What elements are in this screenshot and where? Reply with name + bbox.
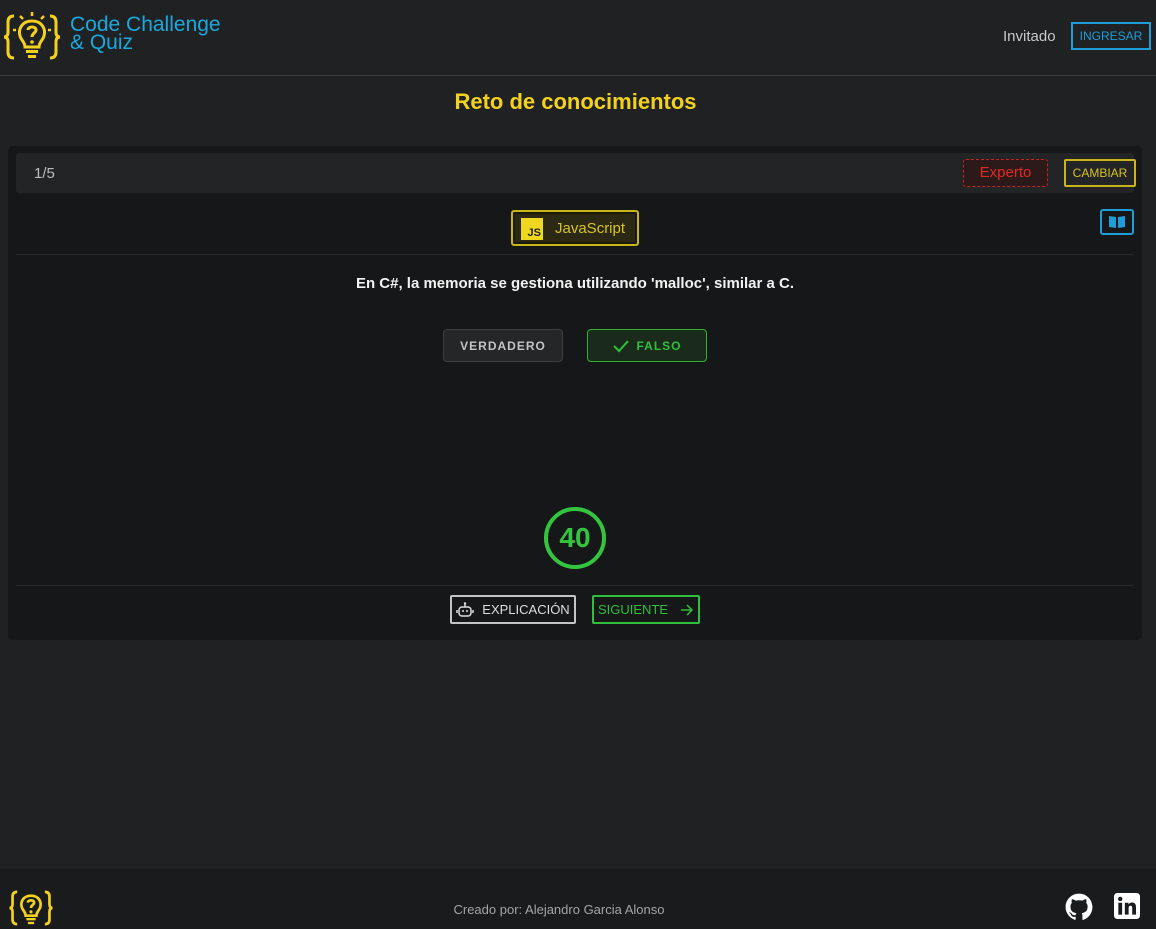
countdown-timer: 40 <box>543 506 607 570</box>
explanation-label: EXPLICACIÓN <box>482 602 570 617</box>
page-title: Reto de conocimientos <box>454 89 697 114</box>
app-logo[interactable]: Code Challenge & Quiz <box>4 11 221 63</box>
language-label: JavaScript <box>555 220 626 237</box>
question-counter: 1/5 <box>34 165 55 182</box>
answer-true-label: VERDADERO <box>460 338 546 353</box>
timer-value: 40 <box>559 522 591 553</box>
checkmark-icon <box>613 339 630 352</box>
question-text: En C#, la memoria se gestiona utilizando… <box>355 275 795 292</box>
page-footer: Creado por: Alejandro Garcia Alonso <box>0 869 1156 929</box>
difficulty-badge: Experto <box>963 159 1048 187</box>
language-badge: JS JavaScript <box>511 210 639 246</box>
next-button[interactable]: SIGUIENTE <box>592 595 700 624</box>
github-icon[interactable] <box>1065 893 1093 921</box>
quiz-card: 1/5 Experto CAMBIAR JS JavaScript En C#,… <box>8 146 1142 640</box>
linkedin-icon[interactable] <box>1114 893 1140 919</box>
answer-false-label: FALSO <box>636 338 682 353</box>
divider <box>16 585 1134 586</box>
quiz-toolbar: 1/5 Experto CAMBIAR <box>16 153 1136 193</box>
footer-credit: Creado por: Alejandro Garcia Alonso <box>453 902 665 917</box>
top-header: Code Challenge & Quiz Invitado INGRESAR <box>0 0 1156 76</box>
app-title-line2: & Quiz <box>70 31 134 54</box>
divider <box>16 254 1134 255</box>
user-status-label: Invitado <box>1003 28 1056 45</box>
app-title: Code Challenge & Quiz <box>70 14 221 54</box>
change-difficulty-button[interactable]: CAMBIAR <box>1064 159 1136 187</box>
arrow-right-icon <box>681 603 694 616</box>
robot-icon <box>456 601 475 617</box>
login-button[interactable]: INGRESAR <box>1071 22 1151 50</box>
documentation-button[interactable] <box>1100 209 1134 235</box>
next-label: SIGUIENTE <box>597 602 669 617</box>
lightbulb-question-icon <box>4 12 60 60</box>
answer-true-button[interactable]: VERDADERO <box>443 329 563 362</box>
book-icon <box>1109 216 1125 228</box>
explanation-button[interactable]: EXPLICACIÓN <box>450 595 576 624</box>
answer-false-button[interactable]: FALSO <box>587 329 707 362</box>
javascript-icon: JS <box>521 218 543 240</box>
